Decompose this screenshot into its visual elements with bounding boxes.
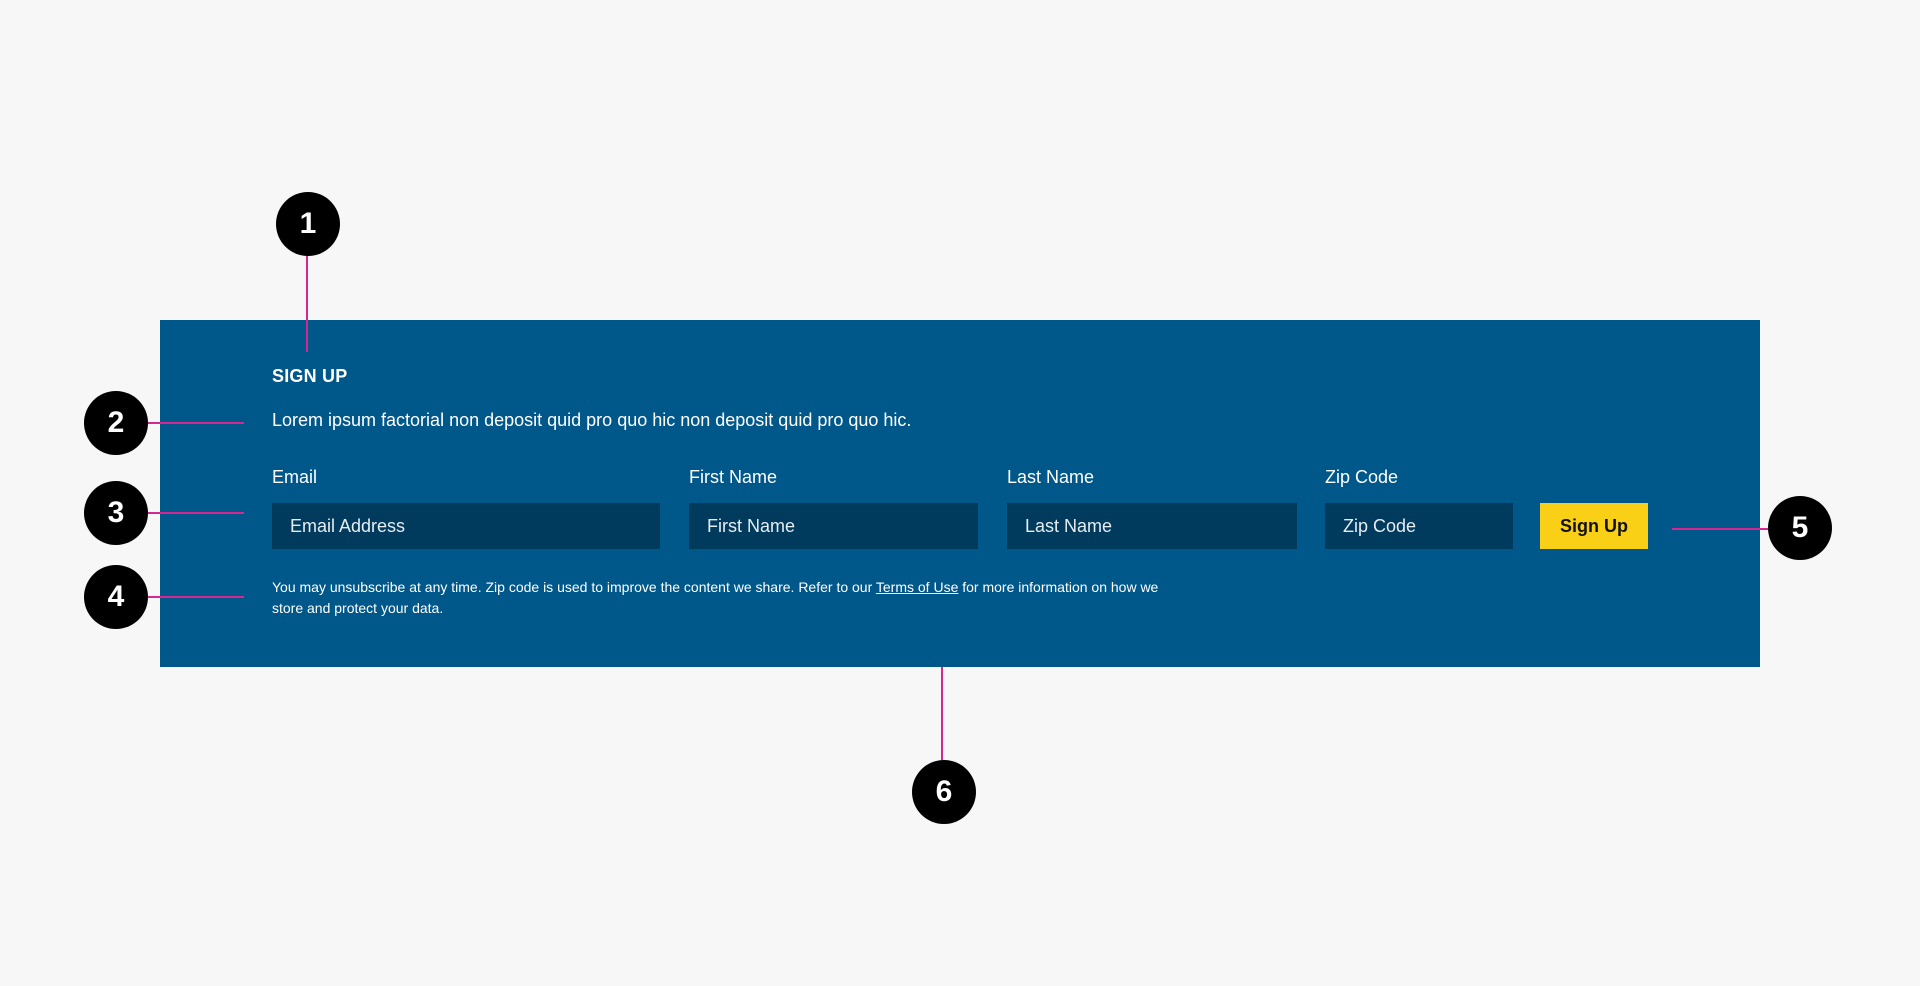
- signup-heading: SIGN UP: [272, 366, 348, 386]
- email-label: Email: [272, 467, 318, 487]
- leader-line-5: [1672, 528, 1768, 530]
- sign-up-button[interactable]: Sign Up: [1540, 503, 1648, 549]
- last-name-label: Last Name: [1007, 467, 1095, 487]
- leader-line-3: [148, 512, 244, 514]
- zip-code-label: Zip Code: [1325, 467, 1399, 487]
- first-name-label: First Name: [689, 467, 778, 487]
- disclaimer-text-start: You may unsubscribe at any time. Zip cod…: [272, 579, 876, 595]
- annotated-mockup: SIGN UP Lorem ipsum factorial non deposi…: [0, 0, 1920, 986]
- callout-marker-5: 5: [1768, 496, 1832, 560]
- callout-marker-1: 1: [276, 192, 340, 256]
- leader-line-2: [148, 422, 244, 424]
- signup-disclaimer: You may unsubscribe at any time. Zip cod…: [272, 577, 1192, 619]
- callout-marker-3: 3: [84, 481, 148, 545]
- zip-code-input[interactable]: [1325, 503, 1513, 549]
- leader-line-4: [148, 596, 244, 598]
- terms-of-use-link[interactable]: Terms of Use: [876, 579, 958, 595]
- last-name-input[interactable]: [1007, 503, 1297, 549]
- email-input[interactable]: [272, 503, 660, 549]
- leader-line-1: [306, 255, 308, 352]
- callout-marker-6: 6: [912, 760, 976, 824]
- first-name-input[interactable]: [689, 503, 978, 549]
- callout-marker-4: 4: [84, 565, 148, 629]
- callout-marker-2: 2: [84, 391, 148, 455]
- signup-description: Lorem ipsum factorial non deposit quid p…: [272, 410, 912, 430]
- leader-line-6: [941, 667, 943, 760]
